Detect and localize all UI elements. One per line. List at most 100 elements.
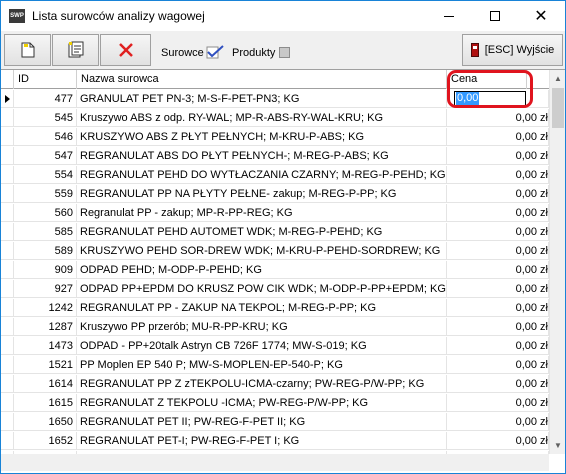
close-button[interactable]: ✕ — [518, 1, 564, 31]
cell-id[interactable]: 547 — [14, 147, 77, 165]
cell-price[interactable]: 0,00 zł — [447, 318, 549, 336]
table-row[interactable]: 589 KRUSZYWO PEHD SOR-DREW WDK; M-KRU-P-P… — [1, 242, 549, 260]
cell-name[interactable]: Kruszywo PP przerób; MU-R-PP-KRU; KG — [77, 318, 447, 336]
column-header-id[interactable]: ID — [14, 70, 77, 89]
table-row[interactable]: 585 REGRANULAT PEHD AUTOMET WDK; M-REG-P-… — [1, 223, 549, 241]
new-document-icon — [21, 42, 34, 58]
table-row[interactable]: 545 Kruszywo ABS z odp. RY-WAL; MP-R-ABS-… — [1, 109, 549, 127]
cell-id[interactable]: 1242 — [14, 299, 77, 317]
produkty-checkbox[interactable] — [279, 47, 290, 58]
table-row[interactable]: 560 Regranulat PP - zakup; MP-R-PP-REG; K… — [1, 204, 549, 222]
cell-price[interactable]: 0,00 zł — [447, 204, 549, 222]
table-row[interactable]: 1614 REGRANULAT PP Z zTEKPOLU-ICMA-czarny… — [1, 375, 549, 393]
main-window: SWP Lista surowców analizy wagowej ✕ Sur… — [0, 0, 566, 474]
cell-name[interactable]: REGRANULAT ABS DO PŁYT PEŁNYCH-; M-REG-P… — [77, 147, 447, 165]
cell-id[interactable]: 554 — [14, 166, 77, 184]
cell-id[interactable]: 1652 — [14, 432, 77, 450]
table-row[interactable]: 909 ODPAD PEHD; M-ODP-P-PEHD; KG 0,00 zł — [1, 261, 549, 279]
row-indicator — [1, 109, 14, 127]
cell-name[interactable]: REGRANULAT PET-I; PW-REG-F-PET I; KG — [77, 432, 447, 450]
cell-name[interactable]: KRUSZYWO PEHD SOR-DREW WDK; M-KRU-P-PEHD… — [77, 242, 447, 260]
cell-name[interactable]: KRUSZYWO ABS Z PŁYT PEŁNYCH; M-KRU-P-ABS… — [77, 128, 447, 146]
new-button[interactable] — [4, 34, 51, 66]
table-row[interactable]: 1287 Kruszywo PP przerób; MU-R-PP-KRU; KG… — [1, 318, 549, 336]
table-row[interactable]: 1650 REGRANULAT PET II; PW-REG-F-PET II; … — [1, 413, 549, 431]
table-row[interactable]: 559 REGRANULAT PP NA PŁYTY PEŁNE- zakup; … — [1, 185, 549, 203]
cell-name[interactable]: REGRANULAT PET II; PW-REG-F-PET II; KG — [77, 413, 447, 431]
row-indicator — [1, 394, 14, 412]
cell-id[interactable]: 1521 — [14, 356, 77, 374]
cell-name[interactable]: ODPAD - PP+20talk Astryn CB 726F 1774; M… — [77, 337, 447, 355]
cell-price[interactable]: 0,00 zł — [447, 223, 549, 241]
maximize-button[interactable] — [472, 1, 518, 31]
cell-name[interactable]: REGRANULAT PP Z zTEKPOLU-ICMA-czarny; PW… — [77, 375, 447, 393]
cell-id[interactable]: 585 — [14, 223, 77, 241]
cell-name[interactable]: PP Moplen EP 540 P; MW-S-MOPLEN-EP-540-P… — [77, 356, 447, 374]
row-indicator — [1, 90, 14, 108]
surowce-checkbox[interactable] — [206, 45, 224, 59]
cell-id[interactable]: 909 — [14, 261, 77, 279]
edit-button[interactable] — [52, 34, 99, 66]
table-row[interactable]: 546 KRUSZYWO ABS Z PŁYT PEŁNYCH; M-KRU-P-… — [1, 128, 549, 146]
table-row[interactable]: 554 REGRANULAT PEHD DO WYTŁACZANIA CZARNY… — [1, 166, 549, 184]
scroll-down-icon[interactable]: ▼ — [550, 437, 565, 454]
cell-name[interactable]: Kruszywo ABS z odp. RY-WAL; MP-R-ABS-RY-… — [77, 109, 447, 127]
row-indicator — [1, 128, 14, 146]
cell-price[interactable]: 0,00 zł — [447, 299, 549, 317]
exit-button[interactable]: [ESC] Wyjście — [462, 34, 563, 66]
cell-price[interactable]: 0,00 zł — [447, 394, 549, 412]
cell-price[interactable]: 0,00 zł — [447, 356, 549, 374]
cell-name[interactable]: GRANULAT PET PN-3; M-S-F-PET-PN3; KG — [77, 90, 447, 108]
cell-name[interactable]: REGRANULAT PP - ZAKUP NA TEKPOL; M-REG-P… — [77, 299, 447, 317]
minimize-button[interactable] — [426, 1, 472, 31]
cell-name[interactable]: ODPAD PEHD; M-ODP-P-PEHD; KG — [77, 261, 447, 279]
table-row[interactable]: 1473 ODPAD - PP+20talk Astryn CB 726F 177… — [1, 337, 549, 355]
raw-materials-grid[interactable]: ID Nazwa surowca Cena 477 GRANULAT PET PN… — [1, 69, 565, 473]
cell-id[interactable]: 1615 — [14, 394, 77, 412]
cell-name[interactable]: REGRANULAT PP NA PŁYTY PEŁNE- zakup; M-R… — [77, 185, 447, 203]
column-header-name[interactable]: Nazwa surowca — [77, 70, 447, 89]
table-row[interactable]: 927 ODPAD PP+EPDM DO KRUSZ POW CIK WDK; M… — [1, 280, 549, 298]
cell-price[interactable]: 0,00 zł — [447, 280, 549, 298]
cell-name[interactable]: Regranulat PP - zakup; MP-R-PP-REG; KG — [77, 204, 447, 222]
cell-id[interactable]: 545 — [14, 109, 77, 127]
cell-price[interactable]: 0,00 zł — [447, 242, 549, 260]
cell-price[interactable]: 0,00 zł — [447, 432, 549, 450]
row-indicator — [1, 204, 14, 222]
cell-id[interactable]: 559 — [14, 185, 77, 203]
cell-id[interactable]: 927 — [14, 280, 77, 298]
cell-id[interactable]: 589 — [14, 242, 77, 260]
delete-button[interactable] — [100, 34, 151, 66]
cell-price[interactable]: 0,00 zł — [447, 261, 549, 279]
cell-price[interactable]: 0,00 zł — [447, 109, 549, 127]
cell-price[interactable]: 0,00 zł — [447, 413, 549, 431]
cell-price[interactable]: 0,00 zł — [447, 128, 549, 146]
row-indicator — [1, 185, 14, 203]
table-row[interactable]: 1242 REGRANULAT PP - ZAKUP NA TEKPOL; M-R… — [1, 299, 549, 317]
scroll-up-icon[interactable]: ▲ — [550, 70, 565, 87]
cell-id[interactable]: 1287 — [14, 318, 77, 336]
produkty-label: Produkty — [232, 47, 276, 59]
cell-price[interactable]: 0,00 zł — [447, 166, 549, 184]
cell-id[interactable]: 1473 — [14, 337, 77, 355]
cell-price[interactable]: 0,00 zł — [447, 337, 549, 355]
table-row[interactable]: 1521 PP Moplen EP 540 P; MW-S-MOPLEN-EP-5… — [1, 356, 549, 374]
cell-id[interactable]: 1614 — [14, 375, 77, 393]
cell-name[interactable]: REGRANULAT PEHD DO WYTŁACZANIA CZARNY; M… — [77, 166, 447, 184]
cell-price[interactable]: 0,00 zł — [447, 375, 549, 393]
vertical-scrollbar[interactable]: ▲ ▼ — [549, 70, 565, 454]
table-row[interactable]: 1652 REGRANULAT PET-I; PW-REG-F-PET I; KG… — [1, 432, 549, 450]
cell-id[interactable]: 560 — [14, 204, 77, 222]
cell-id[interactable]: 546 — [14, 128, 77, 146]
table-row[interactable]: 547 REGRANULAT ABS DO PŁYT PEŁNYCH-; M-RE… — [1, 147, 549, 165]
cell-id[interactable]: 477 — [14, 90, 77, 108]
cell-name[interactable]: ODPAD PP+EPDM DO KRUSZ POW CIK WDK; M-OD… — [77, 280, 447, 298]
cell-price[interactable]: 0,00 zł — [447, 185, 549, 203]
scroll-thumb[interactable] — [552, 88, 564, 128]
title-bar[interactable]: SWP Lista surowców analizy wagowej ✕ — [1, 1, 565, 31]
cell-price[interactable]: 0,00 zł — [447, 147, 549, 165]
cell-name[interactable]: REGRANULAT Z TEKPOLU -ICMA; PW-REG-P/W-P… — [77, 394, 447, 412]
cell-name[interactable]: REGRANULAT PEHD AUTOMET WDK; M-REG-P-PEH… — [77, 223, 447, 241]
table-row[interactable]: 1615 REGRANULAT Z TEKPOLU -ICMA; PW-REG-P… — [1, 394, 549, 412]
cell-id[interactable]: 1650 — [14, 413, 77, 431]
